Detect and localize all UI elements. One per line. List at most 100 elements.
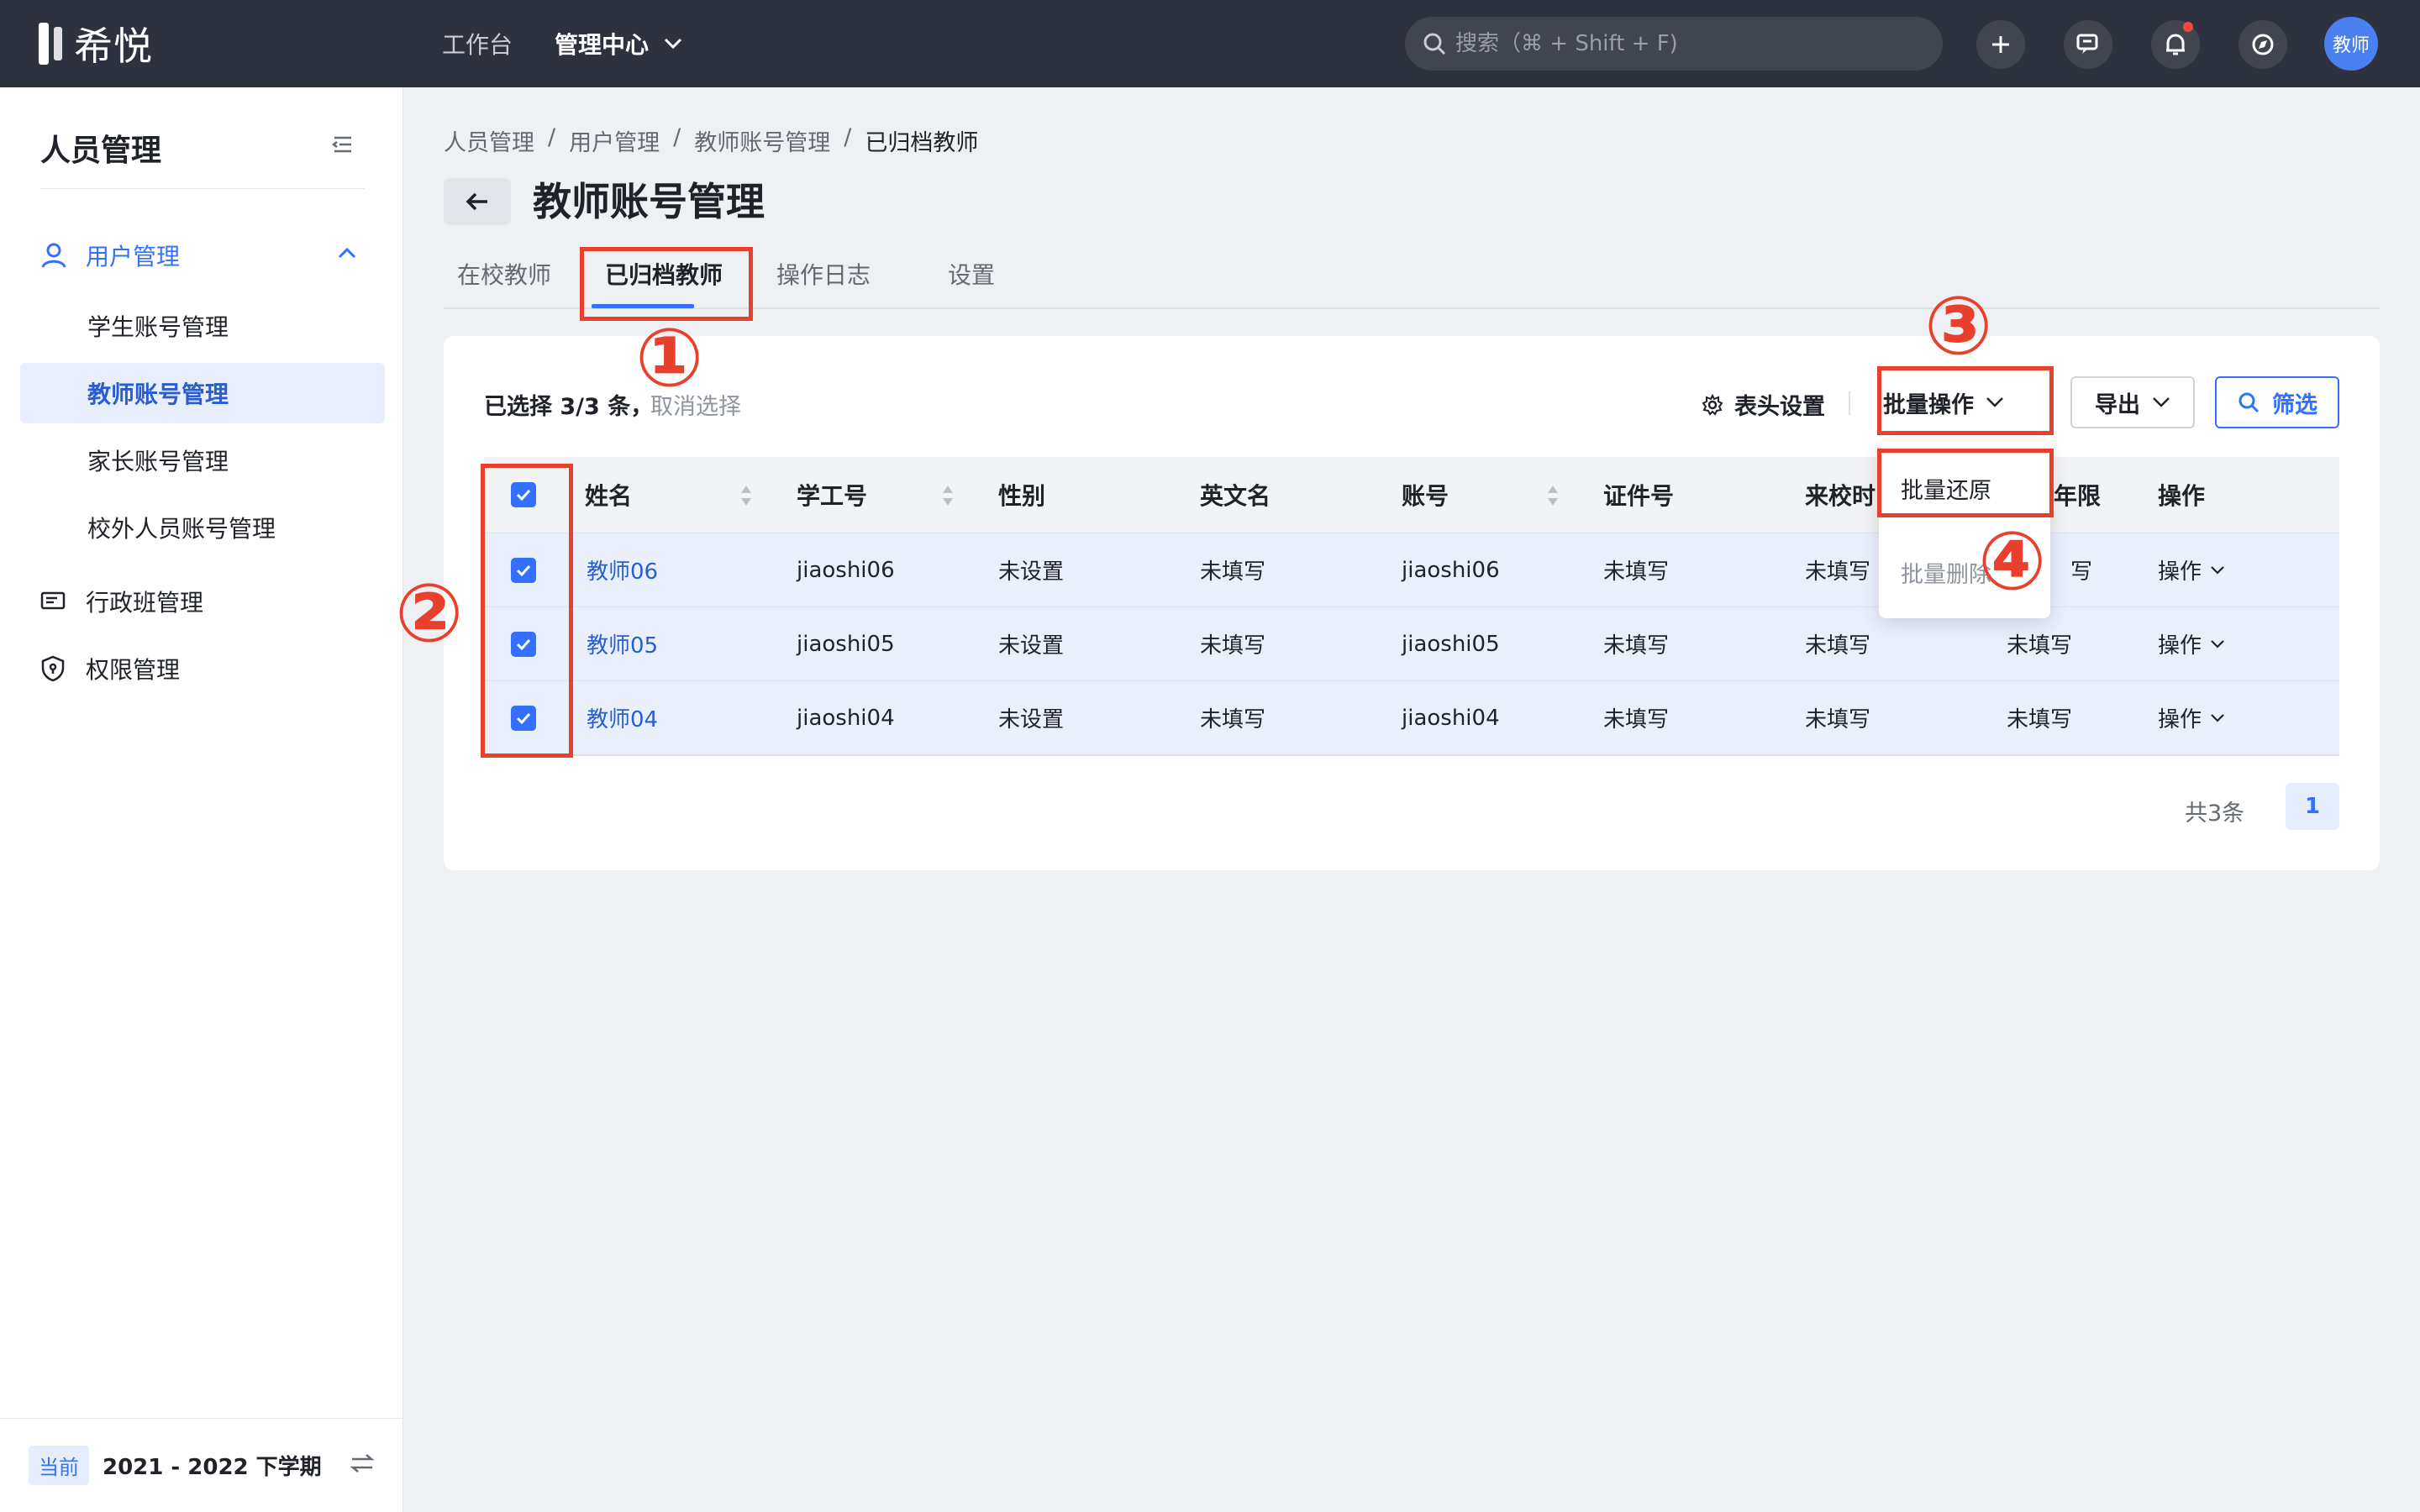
search-icon	[2238, 392, 2260, 413]
nav-workbench[interactable]: 工作台	[442, 27, 513, 60]
teacher-name-link[interactable]: 教师06	[587, 533, 658, 606]
column-header-id[interactable]: 学工号	[797, 457, 867, 533]
annotation-number-4: ④	[1978, 514, 2047, 608]
teacher-years: 写	[2070, 559, 2093, 585]
annotation-number-2: ②	[395, 566, 464, 660]
teacher-id-number: 未填写	[1603, 633, 1670, 659]
annotation-box-batch-restore	[1877, 449, 2054, 517]
sidebar-item-admin-class[interactable]: 行政班管理	[40, 581, 203, 622]
search-icon	[1423, 33, 1446, 55]
filter-label: 筛选	[2272, 391, 2317, 418]
add-button[interactable]	[1976, 20, 2025, 69]
column-header-english-name: 英文名	[1200, 482, 1271, 510]
chevron-down-icon	[2211, 639, 2224, 648]
teacher-name-link[interactable]: 教师05	[587, 607, 658, 680]
row-actions-dropdown[interactable]: 操作	[2158, 607, 2225, 680]
sort-icon[interactable]	[1546, 484, 1560, 507]
column-header-id-number: 证件号	[1603, 482, 1675, 510]
annotation-number-3: ③	[1924, 279, 1993, 373]
sidebar-item-student-accounts[interactable]: 学生账号管理	[20, 296, 385, 356]
breadcrumb-item[interactable]: 用户管理	[569, 124, 660, 157]
sidebar-item-permissions[interactable]: 权限管理	[40, 648, 180, 689]
global-search[interactable]	[1405, 17, 1943, 71]
shield-icon	[41, 655, 65, 682]
table-row: 教师04 jiaoshi04 未设置 未填写 jiaoshi04 未填写 未填写…	[484, 680, 2339, 754]
back-button[interactable]	[444, 178, 511, 225]
teacher-gender: 未设置	[998, 707, 1065, 732]
page-number-button[interactable]: 1	[2286, 783, 2339, 830]
sidebar-item-label: 家长账号管理	[87, 448, 229, 475]
nav-admin-center[interactable]: 管理中心	[555, 27, 682, 60]
breadcrumb-separator: /	[548, 124, 556, 150]
tab-settings[interactable]: 设置	[948, 257, 995, 291]
row-actions-dropdown[interactable]: 操作	[2158, 681, 2225, 754]
teacher-account: jiaoshi04	[1402, 705, 1500, 731]
class-icon	[40, 591, 66, 610]
messages-button[interactable]	[2064, 20, 2112, 69]
sidebar-item-external-accounts[interactable]: 校外人员账号管理	[20, 497, 385, 558]
chevron-down-icon	[2211, 565, 2224, 575]
breadcrumb-item[interactable]: 教师账号管理	[694, 124, 830, 157]
term-selector[interactable]: 当前 2021 - 2022 下学期	[0, 1418, 403, 1512]
teacher-years: 未填写	[2007, 633, 2073, 659]
nav-admin-center-label: 管理中心	[555, 31, 650, 59]
sort-icon[interactable]	[739, 484, 753, 507]
teacher-join-date: 未填写	[1805, 707, 1871, 732]
bell-icon	[2166, 34, 2185, 55]
breadcrumb-item[interactable]: 人员管理	[444, 124, 534, 157]
swap-icon[interactable]	[350, 1452, 375, 1474]
row-actions-label: 操作	[2158, 633, 2202, 659]
user-avatar[interactable]: 教师	[2324, 17, 2378, 71]
tab-active-teachers[interactable]: 在校教师	[457, 257, 551, 291]
export-label: 导出	[2095, 391, 2140, 418]
column-header-name[interactable]: 姓名	[585, 457, 632, 533]
teacher-account: jiaoshi05	[1402, 631, 1500, 657]
breadcrumb: 人员管理 / 用户管理 / 教师账号管理 / 已归档教师	[444, 124, 978, 157]
help-button[interactable]	[2238, 20, 2287, 69]
chevron-down-icon	[664, 38, 682, 50]
sidebar: 人员管理 用户管理 学生账号管理 教师账号管理 家长账号管理 校外人员账号管理 …	[0, 87, 403, 1512]
annotation-box-checkboxes	[481, 464, 573, 758]
sort-icon[interactable]	[941, 484, 955, 507]
chevron-up-icon	[338, 247, 356, 259]
sidebar-divider	[40, 188, 365, 189]
sidebar-item-parent-accounts[interactable]: 家长账号管理	[20, 430, 385, 491]
column-header-gender: 性别	[998, 482, 1046, 510]
toolbar-divider	[1849, 391, 1850, 415]
breadcrumb-separator: /	[673, 124, 681, 150]
search-input[interactable]	[1455, 31, 1926, 56]
page-title: 教师账号管理	[533, 179, 765, 224]
selection-count: 已选择 3/3 条，	[484, 394, 654, 420]
teacher-id-number: 未填写	[1603, 707, 1670, 732]
teacher-id: jiaoshi05	[797, 631, 895, 657]
teacher-name-link[interactable]: 教师04	[587, 681, 658, 754]
sidebar-item-teacher-accounts[interactable]: 教师账号管理	[20, 363, 385, 423]
user-icon	[41, 243, 66, 268]
breadcrumb-separator: /	[844, 124, 852, 150]
plus-icon	[1992, 36, 2009, 53]
teacher-id: jiaoshi06	[797, 557, 895, 583]
chevron-down-icon	[2153, 397, 2170, 407]
table-row: 教师05 jiaoshi05 未设置 未填写 jiaoshi05 未填写 未填写…	[484, 606, 2339, 680]
teacher-english-name: 未填写	[1200, 633, 1266, 659]
teacher-gender: 未设置	[998, 633, 1065, 659]
header-settings-label: 表头设置	[1734, 394, 1825, 420]
arrow-left-icon	[466, 192, 487, 211]
column-header-account[interactable]: 账号	[1402, 457, 1449, 533]
logo-text: 希悦	[74, 24, 153, 69]
collapse-sidebar-button[interactable]	[331, 134, 355, 158]
notifications-button[interactable]	[2151, 20, 2200, 69]
teacher-id: jiaoshi04	[797, 705, 895, 731]
row-actions-dropdown[interactable]: 操作	[2158, 533, 2225, 606]
term-text: 2021 - 2022 下学期	[103, 1455, 322, 1480]
sidebar-group-user-management[interactable]: 用户管理	[40, 235, 365, 276]
header-settings-button[interactable]: 表头设置	[1701, 388, 1825, 421]
export-button[interactable]: 导出	[2070, 376, 2195, 428]
annotation-box-batch-ops	[1877, 366, 2054, 435]
row-actions-label: 操作	[2158, 707, 2202, 732]
tab-operation-log[interactable]: 操作日志	[776, 257, 871, 291]
filter-button[interactable]: 筛选	[2215, 376, 2339, 428]
app-logo[interactable]: 希悦	[39, 20, 153, 69]
term-tag: 当前	[29, 1446, 89, 1485]
sidebar-title: 人员管理	[40, 134, 162, 168]
